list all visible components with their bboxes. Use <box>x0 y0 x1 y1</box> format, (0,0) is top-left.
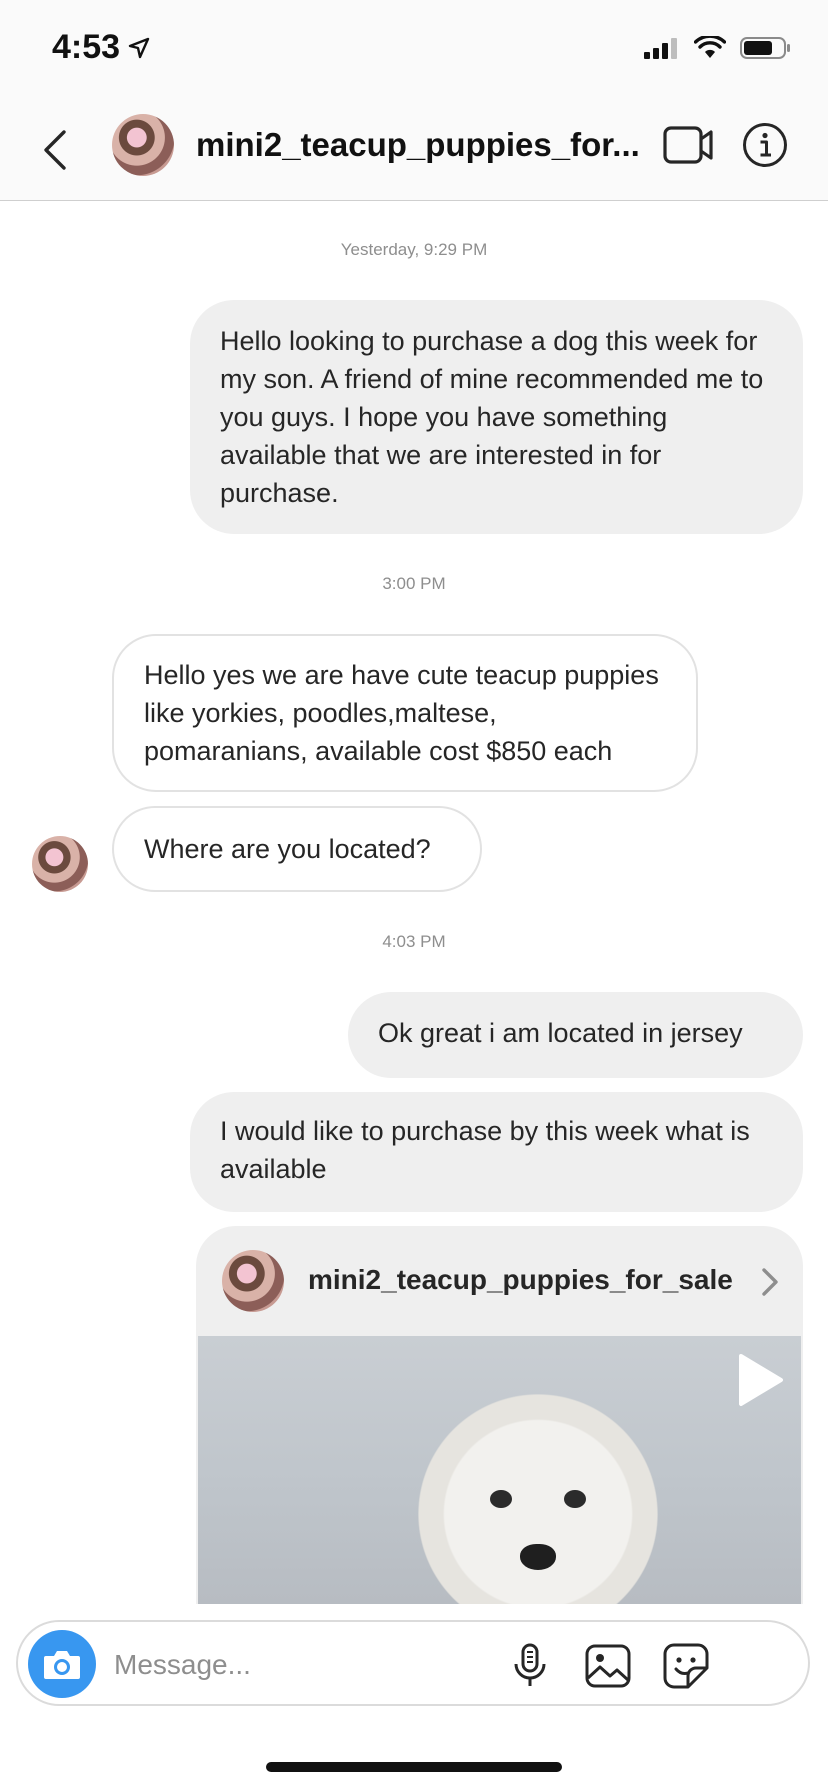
status-time: 4:53 <box>52 28 121 66</box>
info-icon[interactable] <box>742 122 788 168</box>
video-call-icon[interactable] <box>662 124 714 166</box>
chevron-right-icon[interactable] <box>759 1266 781 1298</box>
message-composer <box>16 1620 810 1706</box>
home-indicator[interactable] <box>266 1762 562 1772</box>
timestamp: 3:00 PM <box>382 574 446 593</box>
play-icon[interactable] <box>735 1352 785 1408</box>
back-button[interactable] <box>36 126 76 174</box>
camera-button[interactable] <box>28 1630 96 1698</box>
timestamp: Yesterday, 9:29 PM <box>340 240 488 259</box>
battery-icon <box>740 37 790 59</box>
message-input[interactable] <box>112 1642 496 1688</box>
status-time-group: 4:53 <box>52 28 150 67</box>
chat-username[interactable]: mini2_teacup_puppies_for... <box>196 126 642 164</box>
message-outgoing[interactable]: I would like to purchase by this week wh… <box>190 1092 803 1212</box>
cellular-signal-icon <box>644 38 677 59</box>
timestamp: 4:03 PM <box>382 932 446 951</box>
gallery-icon[interactable] <box>584 1642 632 1690</box>
shared-post-avatar[interactable] <box>222 1250 284 1312</box>
message-outgoing[interactable]: Hello looking to purchase a dog this wee… <box>190 300 803 534</box>
puppy-nose <box>520 1544 556 1570</box>
sender-avatar[interactable] <box>32 836 88 892</box>
puppy-image <box>418 1394 658 1604</box>
location-arrow-icon <box>128 37 150 58</box>
camera-icon <box>44 1651 80 1679</box>
message-incoming[interactable]: Hello yes we are have cute teacup puppie… <box>112 634 698 792</box>
header-avatar[interactable] <box>112 114 174 176</box>
status-icons <box>644 36 792 60</box>
shared-post-card[interactable]: mini2_teacup_puppies_for_sale <box>196 1226 803 1604</box>
message-outgoing[interactable]: Ok great i am located in jersey <box>348 992 803 1078</box>
wifi-icon <box>694 36 726 58</box>
puppy-eye <box>564 1490 586 1508</box>
puppy-eye <box>490 1490 512 1508</box>
shared-post-username[interactable]: mini2_teacup_puppies_for_sale <box>308 1264 733 1296</box>
shared-post-video[interactable] <box>198 1336 801 1604</box>
message-incoming[interactable]: Where are you located? <box>112 806 482 892</box>
sticker-icon[interactable] <box>662 1642 710 1690</box>
status-bar: 4:53 <box>0 0 828 100</box>
microphone-icon[interactable] <box>506 1642 554 1690</box>
